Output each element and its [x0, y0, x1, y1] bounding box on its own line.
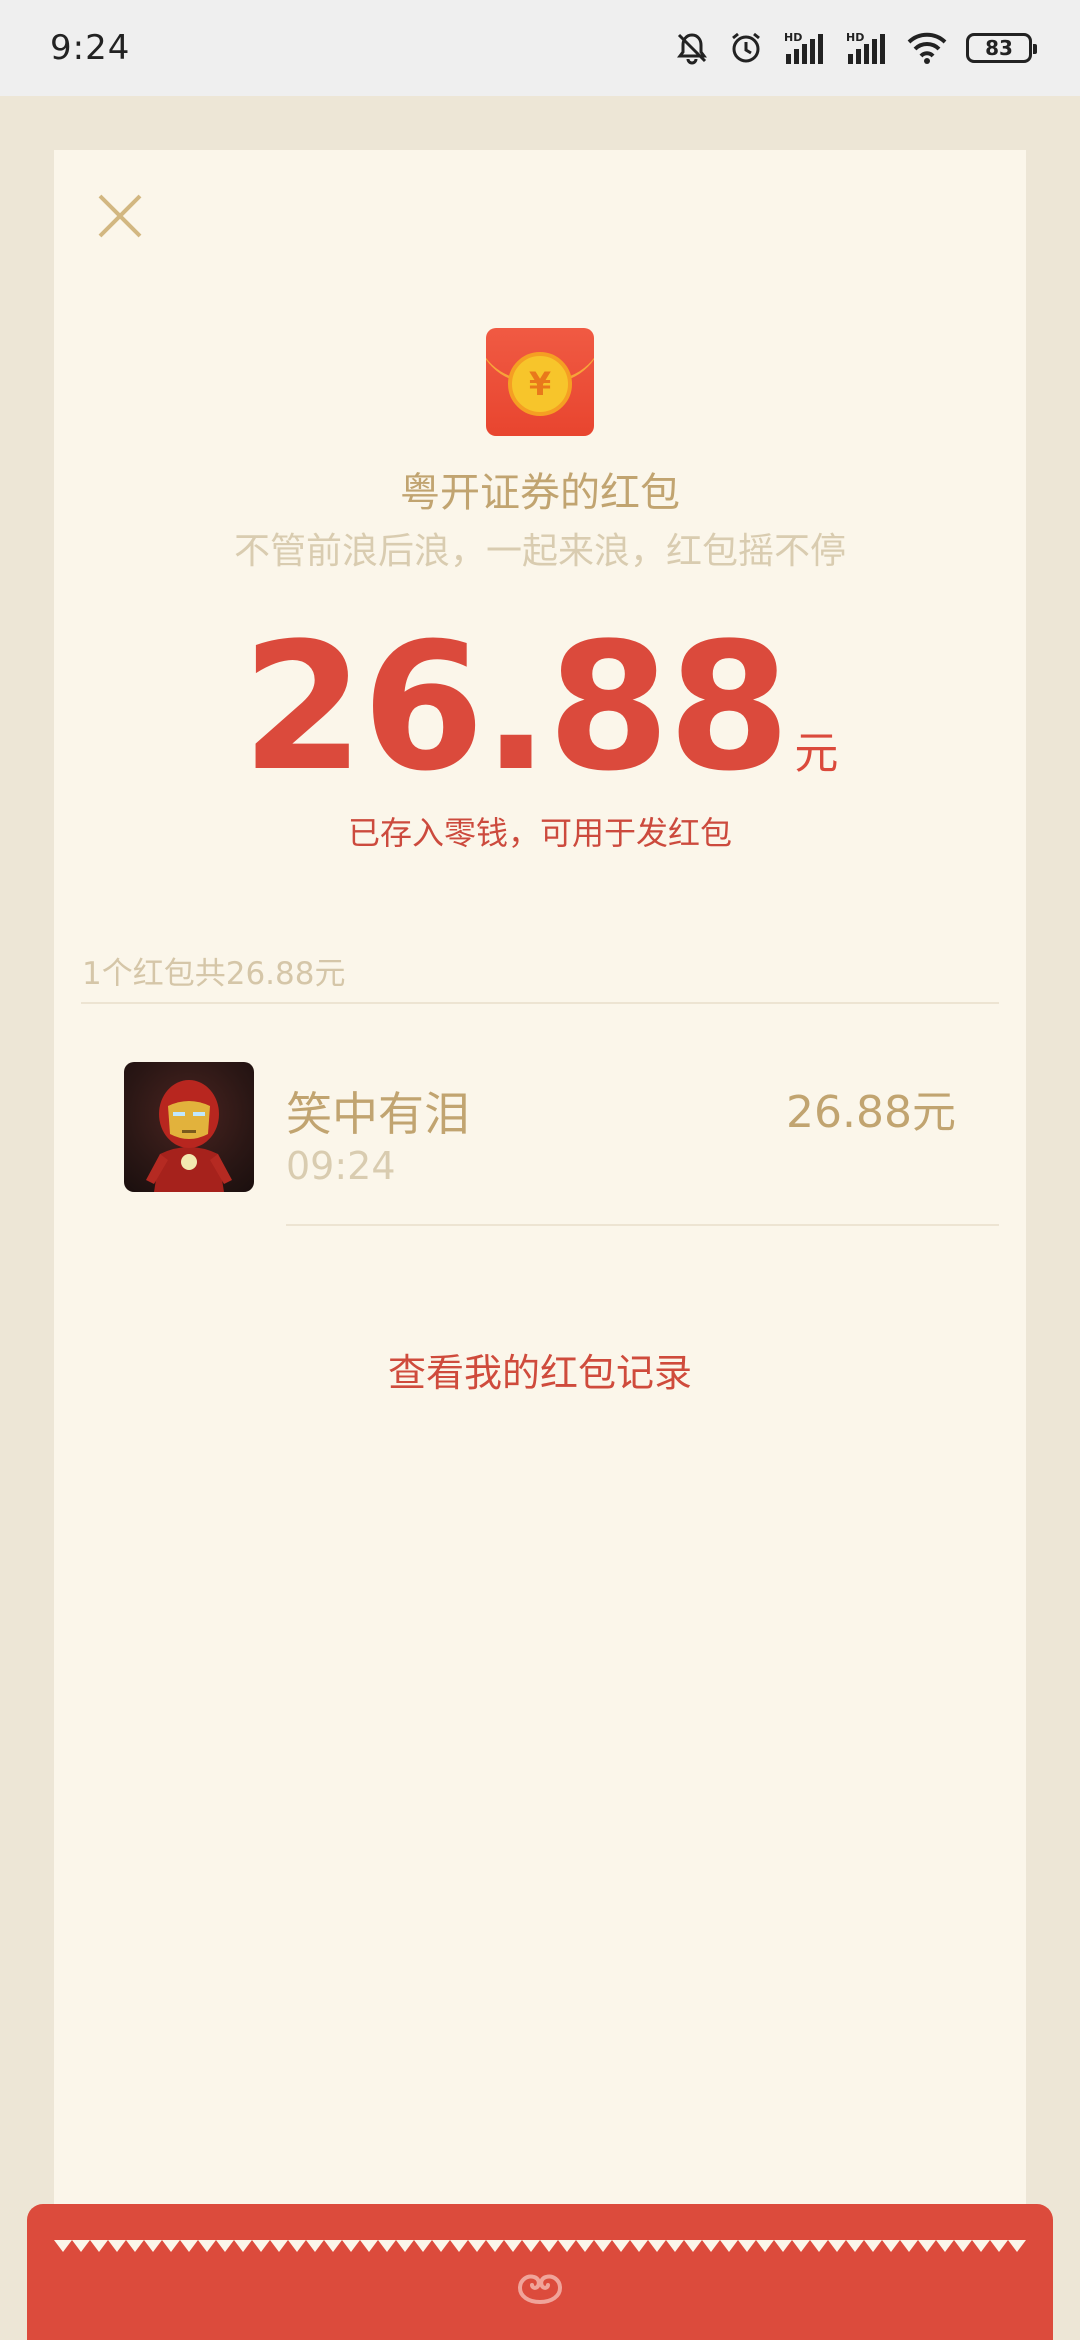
view-history-link[interactable]: 查看我的红包记录 [54, 1342, 1026, 1397]
saved-note-link[interactable]: 已存入零钱，可用于发红包 [54, 808, 1026, 854]
recipient-name: 笑中有泪 [286, 1087, 470, 1141]
signal-hd-icon: HD [782, 30, 826, 66]
avatar[interactable] [124, 1062, 254, 1192]
divider [286, 1224, 999, 1226]
amount-value: 26.88 [241, 605, 791, 810]
wifi-icon [906, 30, 948, 66]
svg-text:HD: HD [846, 31, 864, 44]
red-packet-card: ¥ 粤开证券的红包 不管前浪后浪，一起来浪，红包摇不停 26.88 元 已存入零钱… [54, 150, 1026, 2250]
status-icons: HD HD 83 [674, 30, 1037, 66]
close-icon [98, 194, 142, 238]
amount-display: 26.88 元 [54, 620, 1026, 796]
wish-text: 不管前浪后浪，一起来浪，红包摇不停 [233, 531, 846, 572]
packet-summary: 1个红包共26.88元 [82, 956, 346, 992]
recipient-time: 09:24 [286, 1144, 396, 1188]
bell-muted-icon [674, 30, 710, 66]
alarm-icon [728, 30, 764, 66]
divider [81, 1002, 999, 1004]
list-item[interactable]: 笑中有泪 09:24 26.88元 [54, 1062, 1026, 1226]
status-bar: 9:24 HD HD 83 [0, 0, 1080, 96]
cloud-emblem-icon [517, 2274, 563, 2304]
close-button[interactable] [92, 188, 148, 244]
zigzag-edge [54, 2240, 1026, 2252]
red-envelope-icon: ¥ [486, 328, 594, 436]
battery-icon: 83 [966, 33, 1037, 63]
coin-icon: ¥ [508, 352, 572, 416]
sender-title: 粤开证券的红包 [400, 470, 680, 516]
svg-text:HD: HD [784, 31, 802, 44]
recipient-amount: 26.88元 [786, 1087, 956, 1138]
status-time: 9:24 [50, 28, 131, 68]
amount-unit: 元 [794, 728, 839, 779]
signal-hd-icon: HD [844, 30, 888, 66]
ironman-avatar-image [146, 1080, 232, 1192]
